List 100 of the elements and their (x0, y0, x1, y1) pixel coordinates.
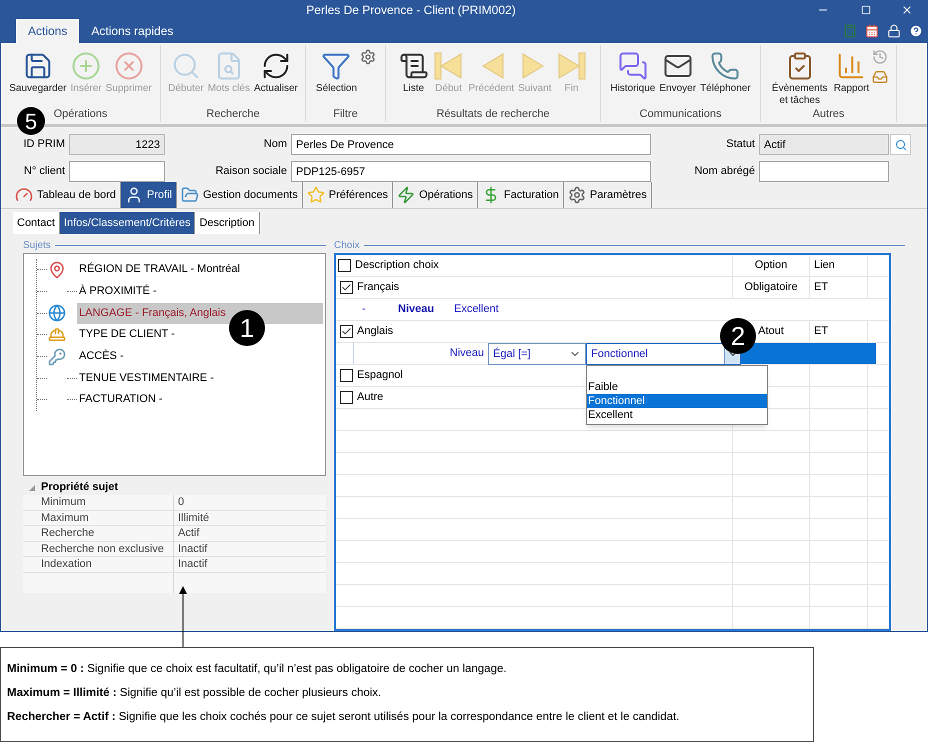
text-field[interactable]: PDP125-6957 (291, 161, 651, 182)
tree-item[interactable]: FACTURATION - (77, 389, 163, 410)
column-header: Description choix (355, 258, 439, 274)
column-header: Lien (814, 258, 835, 274)
settings-icon[interactable] (360, 49, 376, 65)
choice-label: Anglais (357, 324, 394, 340)
dropdown-option[interactable]: Excellent (587, 408, 767, 422)
tree-item[interactable]: TENUE VESTIMENTAIRE - (77, 368, 214, 389)
field-label: Nom abrégé (693, 164, 755, 180)
star-icon (306, 186, 325, 204)
operator-dropdown[interactable]: Égal [=] (488, 343, 586, 365)
worker-icon (48, 326, 66, 344)
checkbox[interactable] (340, 325, 353, 338)
property-name: Indexation (40, 557, 93, 572)
property-name: Minimum (40, 495, 87, 510)
note-text: Rechercher = Actif : Signifie que les choix cochés pour ce sujet seront utilisés pour la correspondance entre le client et le candidat. (7, 710, 680, 725)
globe-icon (48, 304, 66, 322)
note-text: Minimum = 0 : Signifie que ce choix est facultatif, qu’il n’est pas obligatoire de cocher un langage. (7, 662, 508, 677)
tab[interactable]: Profil (120, 182, 177, 208)
ribbon-button[interactable]: Téléphoner (699, 45, 752, 95)
calendar-icon[interactable] (865, 24, 879, 38)
ribbon-button[interactable]: Historique (609, 45, 656, 95)
save-icon (22, 51, 53, 81)
ribbon-button[interactable]: Sélection (314, 45, 358, 95)
ribbon-tab[interactable]: Actions rapides (79, 19, 186, 43)
search-icon (170, 51, 201, 81)
note-text: Maximum = Illimité : Signifie qu’il est possible de cocher plusieurs choix. (7, 686, 382, 701)
filter-icon (321, 51, 352, 81)
dropdown-option[interactable]: Faible (587, 380, 767, 394)
ribbon-button[interactable]: Liste (398, 45, 430, 95)
choice-label: Autre (357, 390, 384, 406)
field-label: Raison sociale (214, 164, 287, 180)
field-label: N° client (22, 164, 65, 180)
text-field[interactable]: Perles De Provence (291, 134, 651, 155)
ribbon-button[interactable]: Rapport (832, 45, 870, 95)
ribbon-button[interactable]: Sauvegarder (8, 45, 68, 95)
field-label: Nom (262, 137, 287, 152)
ribbon-tab[interactable]: Actions (16, 19, 80, 43)
gauge-icon (15, 186, 33, 204)
chat-bubbles-icon (618, 51, 648, 81)
level-label: Niveau (398, 302, 436, 318)
field-label: ID PRIM (22, 137, 65, 152)
ribbon-group-label: Opérations (54, 107, 108, 121)
option-cell-text: Obligatoire (744, 280, 798, 296)
phone-icon (710, 51, 740, 81)
leader-line (178, 586, 188, 648)
text-field[interactable] (759, 161, 889, 182)
section-title: Choix (334, 238, 360, 252)
sub-tab[interactable]: Contact (13, 212, 60, 234)
maximize-icon[interactable] (861, 5, 871, 15)
checkbox[interactable] (340, 281, 353, 294)
section-title: Sujets (23, 238, 51, 252)
sub-tab[interactable]: Description (195, 212, 260, 234)
search-icon (894, 138, 906, 150)
text-field[interactable]: Actif (759, 134, 889, 155)
checkbox[interactable] (340, 391, 353, 404)
field-label: Statut (725, 137, 755, 152)
text-field[interactable]: 1223 (69, 134, 165, 155)
close-circle-icon (114, 51, 144, 81)
checkbox[interactable] (338, 259, 351, 272)
ribbon-button[interactable]: Envoyer (658, 45, 698, 95)
ribbon-group-label: Communications (640, 107, 722, 121)
tree-item[interactable]: RÉGION DE TRAVAIL - Montréal (77, 259, 240, 280)
property-value: 0 (173, 495, 326, 510)
ribbon-group-label: Filtre (333, 107, 358, 121)
tree-item[interactable]: ACCÈS - (77, 346, 124, 368)
folder-icon (180, 186, 199, 204)
dropdown-option[interactable]: Fonctionnel (587, 394, 767, 408)
close-icon[interactable] (901, 4, 913, 16)
map-pin-icon (48, 260, 66, 279)
dash-text: - (362, 302, 367, 318)
choice-label: Français (357, 280, 400, 296)
ribbon-button[interactable]: Actualiser (252, 45, 299, 95)
lightning-icon (397, 186, 416, 204)
lock-icon[interactable] (887, 24, 901, 38)
key-icon (48, 348, 66, 366)
inbox-icon[interactable] (872, 69, 888, 85)
sub-tab[interactable]: Infos/Classement/Critères (60, 212, 196, 234)
property-name: Recherche (40, 526, 96, 541)
property-value: Inactif (173, 557, 326, 572)
search-button[interactable] (890, 134, 911, 155)
tree-item[interactable]: À PROXIMITÉ - (77, 281, 157, 302)
ribbon-button[interactable]: Évènements et tâches (768, 45, 831, 107)
property-name: Maximum (40, 510, 90, 526)
property-value: Actif (173, 526, 326, 541)
ribbon-group-label: Recherche (206, 107, 260, 121)
checkbox[interactable] (340, 369, 353, 382)
window-title: Perles De Provence - Client (PRIM002) (305, 2, 517, 19)
link-cell-text: ET (814, 324, 828, 340)
choice-label: Espagnol (357, 368, 403, 384)
level-label: Niveau (448, 346, 485, 362)
settings-icon (568, 186, 586, 204)
tree-item[interactable]: TYPE DE CLIENT - (77, 324, 175, 346)
property-grid-title: Propriété sujet (41, 480, 118, 496)
ribbon-group-label: Résultats de recherche (436, 107, 550, 121)
text-field[interactable] (69, 161, 165, 182)
help-icon[interactable] (909, 24, 923, 38)
ribbon-group-label: Autres (812, 107, 844, 121)
scroll-icon (398, 51, 429, 81)
level-value: Excellent (454, 302, 499, 318)
